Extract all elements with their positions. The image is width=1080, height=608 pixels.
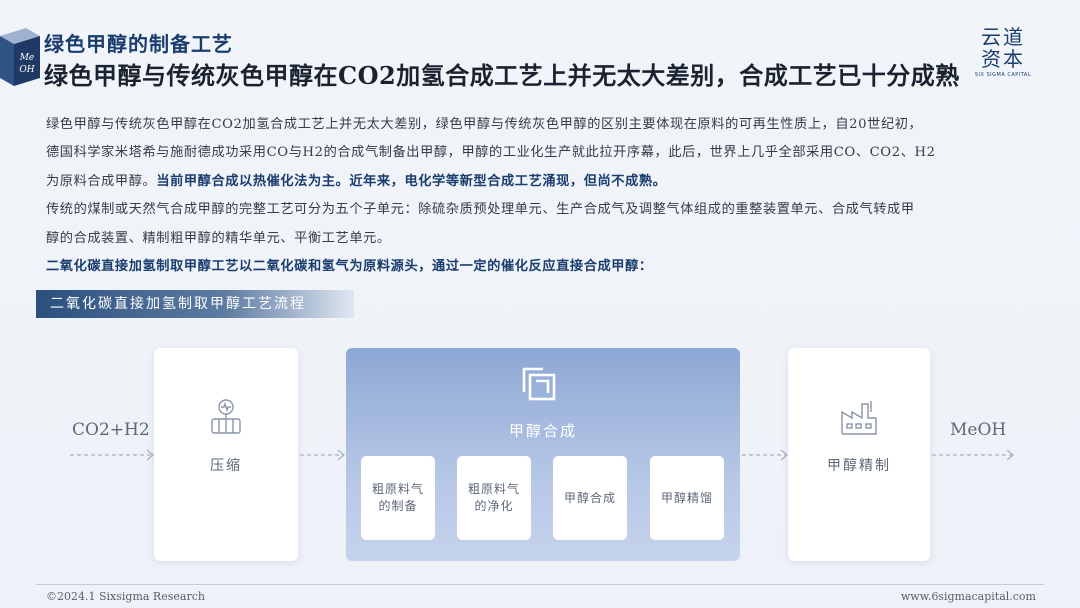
- sub-step-methanol-distillation: 甲醇精馏: [650, 456, 724, 540]
- compressor-icon: [211, 399, 241, 434]
- flow-output-label: MeOH: [950, 420, 1007, 440]
- footer-copyright: ©2024.1 Sixsigma Research: [46, 590, 205, 603]
- process-flow-diagram: CO2+H2 压缩 甲醇合成 粗原料气的制备 粗原料气的净化 甲醇合成 甲醇精馏…: [0, 0, 1080, 608]
- sub-step-raw-gas-prep: 粗原料气的制备: [361, 456, 435, 540]
- factory-icon: [841, 401, 877, 435]
- layers-icon: [522, 367, 556, 401]
- sub-step-raw-gas-purify: 粗原料气的净化: [457, 456, 531, 540]
- flow-step-compress-label: 压缩: [210, 458, 242, 474]
- flow-input-label: CO2+H2: [72, 420, 150, 440]
- sub-step-methanol-synthesis: 甲醇合成: [553, 456, 627, 540]
- footer-divider: [36, 584, 1044, 585]
- footer-website-link[interactable]: www.6sigmacapital.com: [901, 590, 1036, 603]
- flow-step-refine-label: 甲醇精制: [827, 458, 891, 474]
- flow-step-refine: 甲醇精制: [788, 348, 930, 561]
- flow-step-synthesis-group: 甲醇合成 粗原料气的制备 粗原料气的净化 甲醇合成 甲醇精馏: [346, 348, 740, 561]
- flow-synthesis-title: 甲醇合成: [508, 422, 577, 440]
- flow-step-compress: 压缩: [154, 348, 298, 561]
